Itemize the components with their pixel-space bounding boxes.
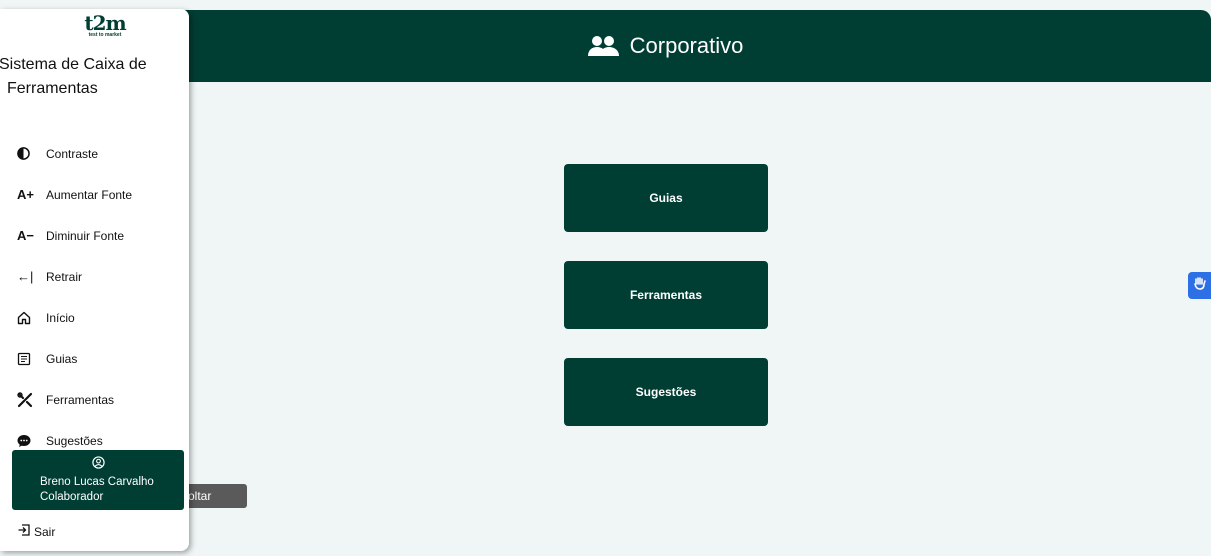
- page-title: Corporativo: [629, 33, 744, 58]
- sidebar-item-retrair[interactable]: ←| Retrair: [0, 256, 189, 297]
- sidebar-item-contraste[interactable]: Contraste: [0, 133, 189, 174]
- ferramentas-button[interactable]: Ferramentas: [564, 261, 768, 329]
- user-role: Colaborador: [40, 490, 104, 503]
- sidebar-item-aumentar-fonte[interactable]: A+ Aumentar Fonte: [0, 174, 189, 215]
- sidebar: t2m test to market Sistema de Caixa de F…: [0, 9, 189, 551]
- font-increase-icon: A+: [17, 187, 34, 202]
- users-icon: [587, 35, 620, 57]
- sidebar-item-guias[interactable]: Guias: [0, 338, 189, 379]
- chat-icon: [17, 432, 39, 450]
- sign-language-button[interactable]: [1188, 272, 1211, 299]
- sidebar-item-ferramentas[interactable]: Ferramentas: [0, 379, 189, 420]
- sugestoes-button[interactable]: Sugestões: [564, 358, 768, 426]
- user-profile[interactable]: Breno Lucas Carvalho Colaborador: [12, 450, 184, 510]
- hand-icon: [1193, 276, 1207, 295]
- guias-button[interactable]: Guias: [564, 164, 768, 232]
- logo: t2m test to market: [84, 11, 126, 38]
- collapse-icon: ←|: [17, 269, 34, 284]
- sidebar-item-inicio[interactable]: Início: [0, 297, 189, 338]
- guide-icon: [17, 350, 39, 368]
- tools-icon: [17, 391, 39, 409]
- page-header: Corporativo: [120, 10, 1211, 82]
- font-decrease-icon: A−: [17, 228, 34, 243]
- contrast-icon: [17, 145, 39, 163]
- sidebar-item-diminuir-fonte[interactable]: A− Diminuir Fonte: [0, 215, 189, 256]
- user-name: Breno Lucas Carvalho: [40, 475, 154, 488]
- home-icon: [17, 309, 39, 327]
- logout-icon: [17, 523, 31, 540]
- logout-button[interactable]: Sair: [17, 523, 55, 540]
- system-title: Sistema de Caixa de Ferramentas: [0, 56, 147, 97]
- sidebar-nav: Contraste A+ Aumentar Fonte A− Diminuir …: [0, 133, 189, 461]
- user-circle-icon: [91, 455, 105, 474]
